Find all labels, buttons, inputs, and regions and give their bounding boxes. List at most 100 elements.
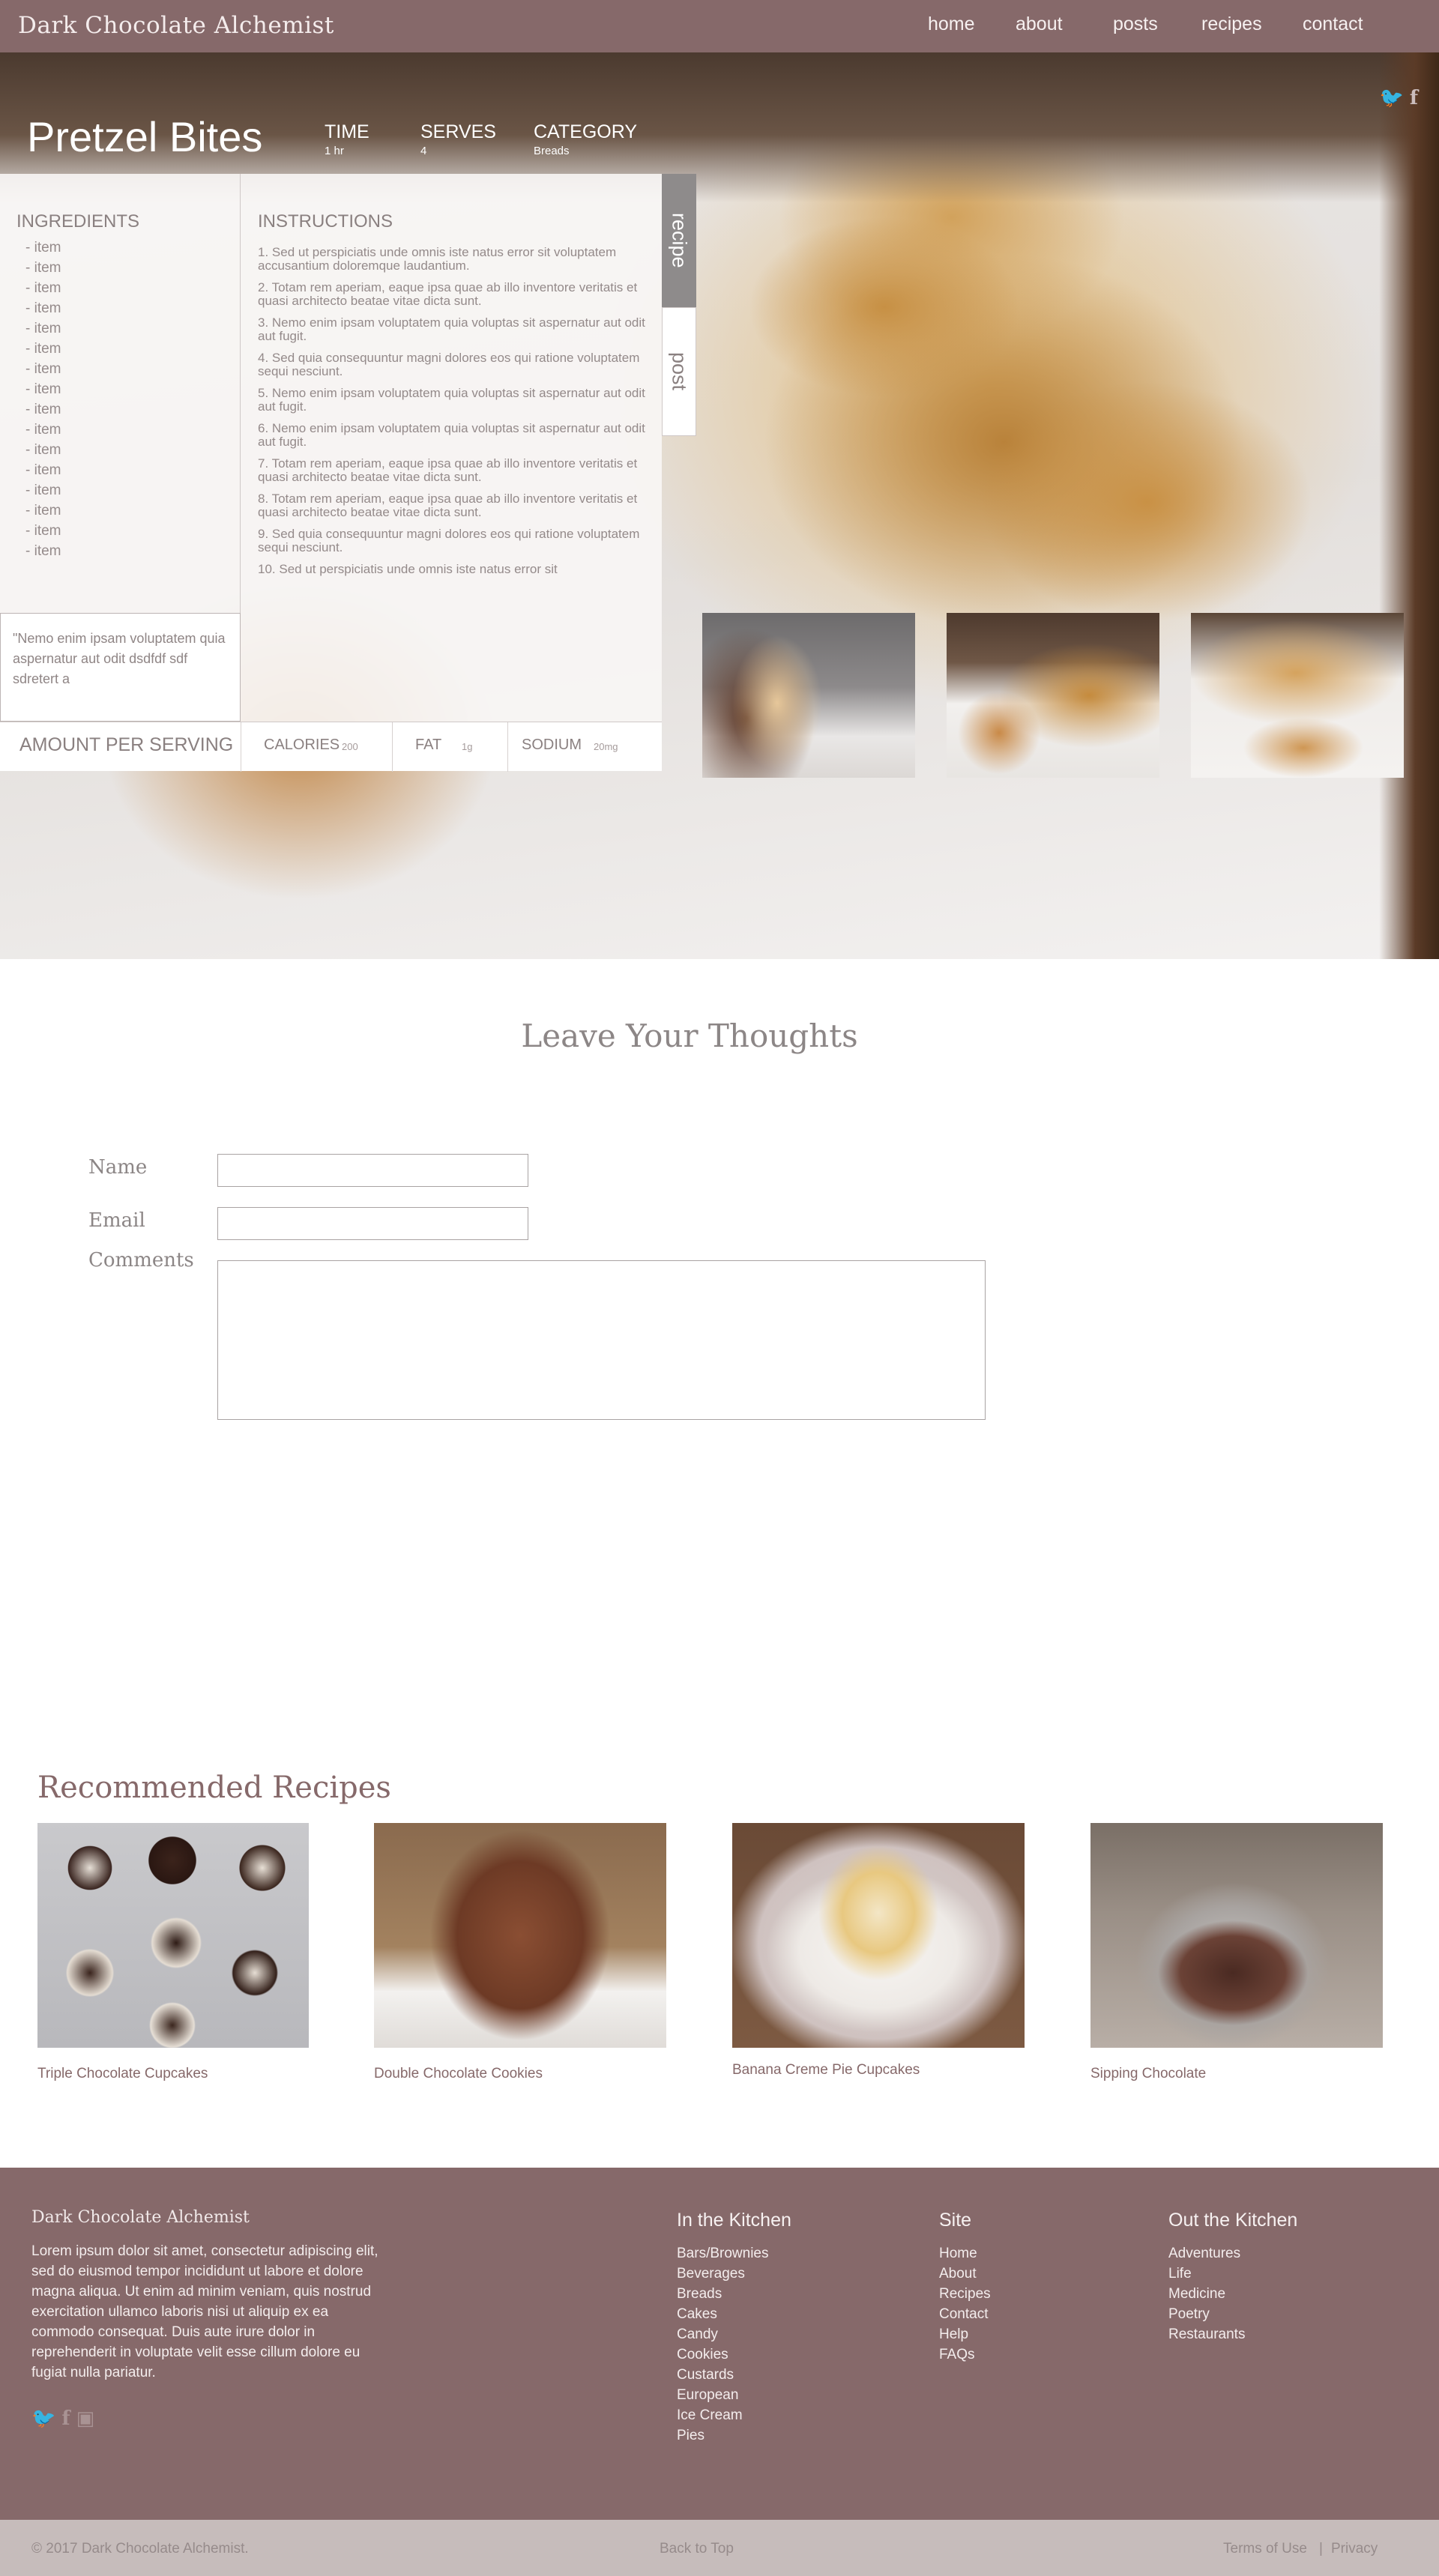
gallery-thumbnail[interactable] (702, 613, 915, 778)
nutrition-heading-cell: AMOUNT PER SERVING (0, 722, 241, 772)
nav-contact[interactable]: contact (1303, 13, 1363, 35)
footer-link[interactable]: FAQs (939, 2344, 991, 2365)
recommended-link[interactable]: Sipping Chocolate (1090, 2066, 1206, 2082)
ingredient-item: - item (25, 503, 61, 518)
footer-link[interactable]: Bars/Brownies (677, 2243, 791, 2264)
terms-link[interactable]: Terms of Use (1223, 2541, 1307, 2557)
facebook-icon[interactable]: f (1410, 87, 1424, 109)
meta-time: TIME 1 hr (325, 121, 369, 157)
footer-link[interactable]: Custards (677, 2365, 791, 2385)
back-to-top-link[interactable]: Back to Top (660, 2541, 734, 2557)
gallery-thumbnail[interactable] (947, 613, 1159, 778)
facebook-icon[interactable]: f (61, 2407, 76, 2430)
tab-post[interactable]: post (662, 307, 696, 436)
footer-link[interactable]: Medicine (1168, 2284, 1297, 2304)
tab-recipe[interactable]: recipe (662, 174, 696, 307)
instructions-column: INSTRUCTIONS 1. Sed ut perspiciatis unde… (241, 174, 662, 722)
nav-recipes[interactable]: recipes (1201, 13, 1262, 35)
meta-category-value: Breads (534, 145, 570, 157)
footer-out: Out the Kitchen Adventures Life Medicine… (1168, 2210, 1297, 2344)
nav-home[interactable]: home (928, 13, 975, 35)
instagram-icon[interactable]: ▣ (76, 2407, 101, 2430)
footer-kitchen: In the Kitchen Bars/Brownies Beverages B… (677, 2210, 791, 2446)
footer-link[interactable]: Cookies (677, 2344, 791, 2365)
footer-link[interactable]: Ice Cream (677, 2405, 791, 2425)
nutrition-heading: AMOUNT PER SERVING (19, 734, 234, 755)
footer-about: Lorem ipsum dolor sit amet, consectetur … (31, 2243, 378, 2380)
nutrition-calories: CALORIES 200 (241, 722, 393, 772)
footer-brand: Dark Chocolate Alchemist (31, 2208, 250, 2227)
recipe-panel: INGREDIENTS - item - item - item - item … (0, 174, 662, 772)
fat-value: 1g (462, 741, 473, 752)
nav-about[interactable]: about (1016, 13, 1063, 35)
footer: Dark Chocolate Alchemist Lorem ipsum dol… (0, 2168, 1439, 2520)
footer-link[interactable]: Breads (677, 2284, 791, 2304)
fat-label: FAT (415, 737, 442, 753)
ingredient-item: - item (25, 361, 61, 377)
recommended-link[interactable]: Banana Creme Pie Cupcakes (732, 2062, 920, 2078)
ingredient-item: - item (25, 543, 61, 559)
instruction-step: 5. Nemo enim ipsam voluptatem quia volup… (258, 386, 645, 414)
recommended-link[interactable]: Triple Chocolate Cupcakes (37, 2066, 208, 2082)
footer-link[interactable]: Life (1168, 2264, 1297, 2284)
nutrition-fat: FAT 1g (393, 722, 508, 772)
nav-posts[interactable]: posts (1113, 13, 1158, 35)
footer-site-heading: Site (939, 2210, 972, 2231)
footer-link[interactable]: Poetry (1168, 2304, 1297, 2324)
ingredient-item: - item (25, 240, 61, 256)
email-field[interactable] (217, 1207, 528, 1240)
ingredient-item: - item (25, 442, 61, 458)
footer-out-list: Adventures Life Medicine Poetry Restaura… (1168, 2243, 1297, 2344)
recommended-image[interactable] (1090, 1823, 1383, 2048)
comments-field[interactable] (217, 1260, 986, 1420)
ingredient-item: - item (25, 321, 61, 336)
meta-time-label: TIME (325, 121, 369, 142)
twitter-icon[interactable]: 🐦 (31, 2407, 61, 2430)
footer-link[interactable]: Recipes (939, 2284, 991, 2304)
ingredients-column: INGREDIENTS - item - item - item - item … (0, 174, 241, 613)
ingredient-item: - item (25, 483, 61, 498)
twitter-icon[interactable]: 🐦 (1379, 87, 1409, 109)
footer-link[interactable]: Cakes (677, 2304, 791, 2324)
recommended-image[interactable] (374, 1823, 666, 2048)
ingredient-item: - item (25, 341, 61, 357)
footer-link[interactable]: Restaurants (1168, 2324, 1297, 2344)
ingredient-item: - item (25, 300, 61, 316)
recipe-quote: "Nemo enim ipsam voluptatem quia asperna… (0, 613, 241, 722)
instruction-step: 8. Totam rem aperiam, eaque ipsa quae ab… (258, 492, 638, 519)
calories-label: CALORIES (264, 737, 340, 753)
recommended-heading: Recommended Recipes (37, 1771, 391, 1805)
name-field[interactable] (217, 1154, 528, 1187)
brand-logo[interactable]: Dark Chocolate Alchemist (18, 12, 334, 39)
footer-link[interactable]: European (677, 2385, 791, 2405)
recipe-title: Pretzel Bites (27, 113, 263, 160)
footer-link[interactable]: Contact (939, 2304, 991, 2324)
footer-link[interactable]: Help (939, 2324, 991, 2344)
footer-link[interactable]: Adventures (1168, 2243, 1297, 2264)
recommended-link[interactable]: Double Chocolate Cookies (374, 2066, 543, 2082)
privacy-link[interactable]: Privacy (1331, 2541, 1378, 2557)
instruction-step: 3. Nemo enim ipsam voluptatem quia volup… (258, 315, 645, 343)
ingredient-item: - item (25, 523, 61, 539)
ingredient-item: - item (25, 260, 61, 276)
instruction-step: 6. Nemo enim ipsam voluptatem quia volup… (258, 421, 645, 449)
footer-link[interactable]: Pies (677, 2425, 791, 2446)
footer-link[interactable]: Home (939, 2243, 991, 2264)
footer-kitchen-list: Bars/Brownies Beverages Breads Cakes Can… (677, 2243, 791, 2446)
recommended-image[interactable] (732, 1823, 1025, 2048)
nutrition-sodium: SODIUM 20mg (508, 722, 662, 772)
ingredient-item: - item (25, 381, 61, 397)
comments-heading: Leave Your Thoughts (521, 1018, 858, 1054)
recipe-hero: 🐦f Pretzel Bites TIME 1 hr SERVES 4 CATE… (0, 52, 1439, 959)
instruction-step: 9. Sed quia consequuntur magni dolores e… (258, 527, 640, 554)
gallery-thumbnail[interactable] (1191, 613, 1404, 778)
nutrition-bar: AMOUNT PER SERVING CALORIES 200 FAT 1g S… (0, 722, 662, 772)
recommended-image[interactable] (37, 1823, 309, 2048)
footer-link[interactable]: About (939, 2264, 991, 2284)
hero-social: 🐦f (1379, 87, 1424, 109)
footer-link[interactable]: Candy (677, 2324, 791, 2344)
ingredient-item: - item (25, 462, 61, 478)
comments-label: Comments (88, 1249, 194, 1272)
meta-time-value: 1 hr (325, 145, 344, 157)
footer-link[interactable]: Beverages (677, 2264, 791, 2284)
